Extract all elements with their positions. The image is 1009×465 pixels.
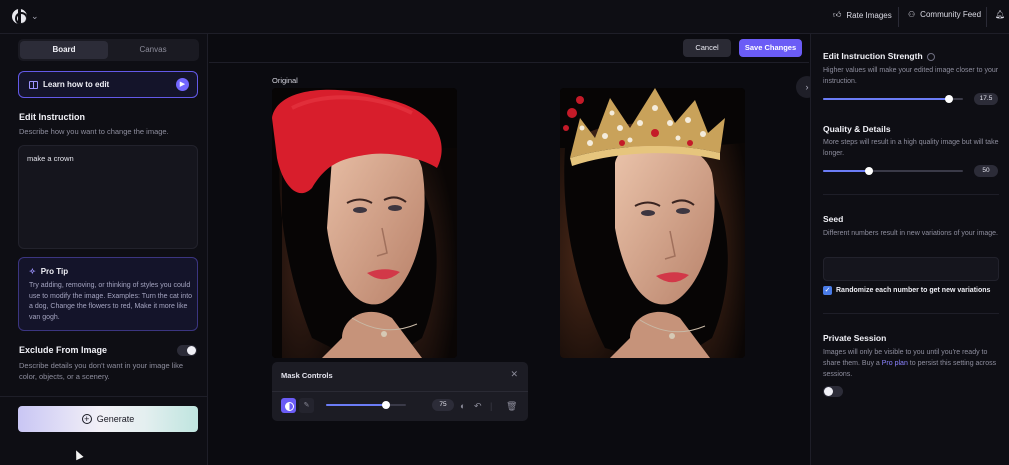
portrait-edited — [560, 88, 745, 358]
strength-knob[interactable] — [945, 95, 953, 103]
edit-instruction-desc: Describe how you want to change the imag… — [19, 127, 169, 136]
private-session-toggle[interactable] — [823, 386, 843, 397]
bell-icon[interactable]: 🔔︎ — [995, 10, 1005, 19]
quality-knob[interactable] — [865, 167, 873, 175]
brush-size-value: 75 — [432, 399, 454, 411]
divider — [0, 396, 208, 397]
edit-instruction-title: Edit Instruction — [19, 112, 85, 122]
book-icon — [29, 81, 38, 89]
info-icon[interactable] — [926, 52, 935, 61]
save-changes-button[interactable]: Save Changes — [739, 39, 802, 57]
play-icon: ▶ — [176, 78, 189, 91]
learn-label: Learn how to edit — [43, 80, 110, 89]
sparkle-icon: ✧ — [29, 267, 36, 276]
app-logo-icon[interactable] — [12, 9, 27, 24]
undo-icon[interactable]: ↶ — [474, 401, 482, 412]
community-feed-label: Community Feed — [920, 10, 982, 19]
tab-board[interactable]: Board — [20, 41, 108, 59]
divider — [986, 7, 987, 27]
brush-mode-icon[interactable] — [281, 398, 296, 413]
randomize-label: Randomize each number to get new variati… — [836, 287, 991, 294]
strength-desc: Higher values will make your edited imag… — [823, 67, 999, 85]
generate-button[interactable]: + Generate — [18, 406, 198, 432]
brush-size-knob[interactable] — [382, 401, 390, 409]
thumbs-up-icon: 👍︎ — [833, 10, 842, 19]
canvas-area: Cancel Save Changes Original › Mask Cont… — [209, 34, 818, 465]
pro-tip-title: Pro Tip — [40, 267, 69, 276]
strength-fill — [823, 98, 949, 100]
rate-images-label: Rate Images — [846, 10, 892, 20]
divider — [898, 7, 899, 27]
right-panel: Edit Instruction Strength Higher values … — [810, 34, 1009, 465]
strength-title: Edit Instruction Strength — [823, 51, 935, 61]
learn-how-to-edit-button[interactable]: Learn how to edit ▶ — [18, 71, 198, 98]
seed-desc: Different numbers result in new variatio… — [823, 230, 998, 237]
rate-images-button[interactable]: 👍︎ Rate Images — [833, 10, 892, 20]
mask-controls-title: Mask Controls — [281, 371, 333, 380]
view-toggle: Board Canvas — [18, 39, 199, 61]
quality-fill — [823, 170, 869, 172]
invert-mask-icon[interactable]: ◐ — [460, 401, 465, 411]
private-session-title: Private Session — [823, 333, 887, 343]
exclude-title: Exclude From Image — [19, 345, 108, 355]
community-feed-button[interactable]: ⚇ Community Feed — [908, 10, 981, 19]
exclude-toggle[interactable] — [177, 345, 197, 356]
private-session-desc: Images will only be visible to you until… — [823, 349, 997, 378]
strength-value: 17.5 — [974, 93, 998, 105]
pro-tip-card: ✧ Pro Tip Try adding, removing, or think… — [18, 257, 198, 331]
people-icon: ⚇ — [908, 10, 916, 19]
pro-tip-text: Try adding, removing, or thinking of sty… — [29, 282, 193, 321]
eraser-mode-icon[interactable]: ✎ — [299, 398, 314, 413]
portrait-original — [272, 88, 457, 358]
seed-title: Seed — [823, 214, 844, 224]
trash-icon[interactable]: 🗑︎ — [506, 401, 517, 412]
instruction-input[interactable]: make a crown — [18, 145, 198, 249]
brush-size-fill — [326, 404, 386, 406]
top-bar: ⌄ 👍︎ Rate Images ⚇ Community Feed 🔔︎ — [0, 0, 1009, 34]
quality-title: Quality & Details — [823, 124, 891, 134]
exclude-desc: Describe details you don't want in your … — [19, 361, 184, 381]
quality-desc: More steps will result in a high quality… — [823, 139, 999, 157]
generate-label: Generate — [96, 414, 135, 424]
original-label: Original — [272, 76, 298, 85]
plus-circle-icon: + — [81, 414, 92, 424]
edited-image[interactable] — [560, 88, 745, 358]
left-panel: Board Canvas Learn how to edit ▶ Edit In… — [0, 34, 208, 465]
close-icon[interactable]: ✕ — [510, 369, 518, 380]
divider — [823, 194, 999, 195]
divider — [823, 313, 999, 314]
quality-value: 50 — [974, 165, 998, 177]
cancel-button[interactable]: Cancel — [683, 39, 731, 57]
tab-canvas[interactable]: Canvas — [109, 41, 197, 59]
pro-plan-link[interactable]: Pro plan — [882, 360, 908, 367]
divider — [272, 391, 528, 392]
action-bar: Cancel Save Changes — [209, 34, 809, 63]
randomize-checkbox[interactable]: ✓ — [823, 286, 832, 295]
mask-controls-panel: Mask Controls ✕ ✎ 75 ◐ ↶ | 🗑︎ — [272, 362, 528, 421]
original-image[interactable] — [272, 88, 457, 358]
seed-input[interactable] — [823, 257, 999, 281]
chevron-down-icon[interactable]: ⌄ — [31, 11, 39, 22]
